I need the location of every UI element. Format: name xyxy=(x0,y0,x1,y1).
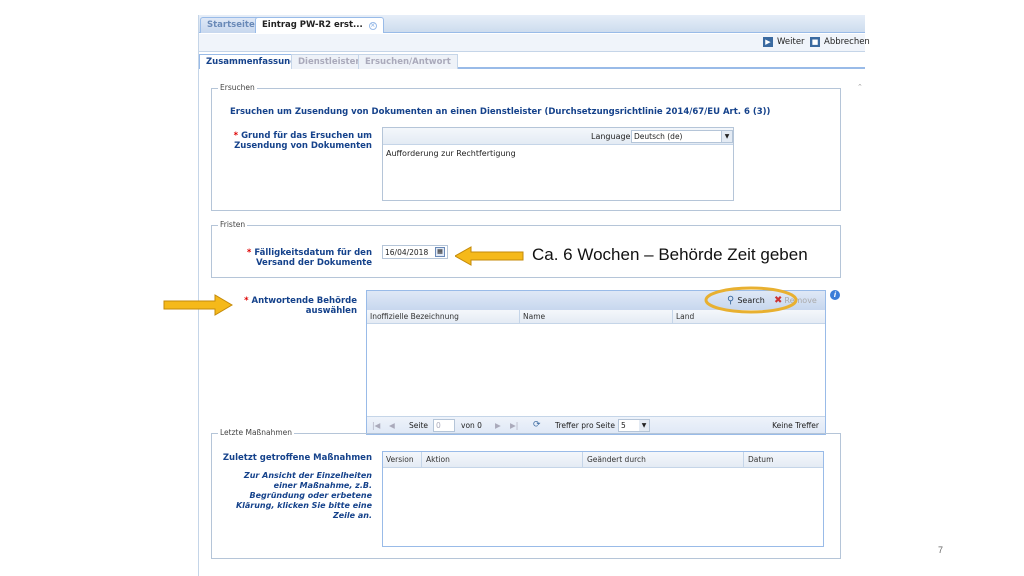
cancel-icon: ■ xyxy=(810,37,820,47)
reason-label: * Grund für das Ersuchen um Zusendung von… xyxy=(233,131,372,151)
language-select[interactable]: Deutsch (de) ▼ xyxy=(631,130,733,143)
measures-grid-header: Version Aktion Geändert durch Datum xyxy=(383,452,823,468)
column-header[interactable]: Version xyxy=(386,455,414,464)
cancel-button-label: Abbrechen xyxy=(824,37,870,47)
measures-fieldset: Letzte Maßnahmen Zuletzt getroffene Maßn… xyxy=(211,428,841,559)
tab-entry-label: Eintrag PW-R2 erst... xyxy=(262,20,363,30)
no-results-text: Keine Treffer xyxy=(772,421,819,430)
measures-label: Zuletzt getroffene Maßnahmen xyxy=(222,453,372,463)
column-header[interactable]: Land xyxy=(676,312,694,321)
slide-number: 7 xyxy=(938,545,944,555)
last-page-icon[interactable]: ▶| xyxy=(510,421,518,430)
request-legend: Ersuchen xyxy=(218,83,257,92)
tab-request-response[interactable]: Ersuchen/Antwort xyxy=(358,54,458,69)
first-page-icon[interactable]: |◀ xyxy=(372,421,380,430)
reason-editor: Language Deutsch (de) ▼ Aufforderung zur… xyxy=(382,127,734,201)
info-icon[interactable]: i xyxy=(830,290,840,300)
refresh-icon[interactable]: ⟳ xyxy=(533,420,541,430)
language-value: Deutsch (de) xyxy=(634,132,683,141)
column-header[interactable]: Aktion xyxy=(426,455,450,464)
calendar-icon[interactable]: ▦ xyxy=(435,247,445,257)
close-icon[interactable]: × xyxy=(368,22,377,30)
tab-service-provider[interactable]: Dienstleister xyxy=(291,54,367,69)
tab-home[interactable]: Startseite xyxy=(200,17,262,33)
page-label: Seite xyxy=(409,421,429,430)
request-fieldset: Ersuchen Ersuchen um Zusendung von Dokum… xyxy=(211,83,841,211)
due-date-label: * Fälligkeitsdatum für den Versand der Do… xyxy=(246,248,372,268)
per-page-label: Treffer pro Seite xyxy=(555,421,615,430)
tab-summary[interactable]: Zusammenfassung xyxy=(199,54,304,69)
due-date-value: 16/04/2018 xyxy=(385,247,429,257)
column-header[interactable]: Datum xyxy=(748,455,773,464)
tab-entry[interactable]: Eintrag PW-R2 erst... × xyxy=(255,17,384,33)
action-toolbar: ▶ Weiter ■ Abbrechen xyxy=(199,34,870,52)
measures-grid: Version Aktion Geändert durch Datum xyxy=(382,451,824,547)
pagination-bar: |◀ ◀ Seite 0 von 0 ▶ ▶| ⟳ Treffer pro Se… xyxy=(367,416,825,434)
next-icon: ▶ xyxy=(763,37,773,47)
main-tab-bar: Startseite Eintrag PW-R2 erst... × xyxy=(199,15,865,33)
sub-tab-bar: Zusammenfassung Dienstleister Ersuchen/A… xyxy=(199,53,865,69)
due-date-field[interactable]: 16/04/2018 ▦ xyxy=(382,245,448,259)
highlight-ring xyxy=(704,286,798,314)
chevron-down-icon[interactable]: ▼ xyxy=(639,420,649,431)
column-header[interactable]: Name xyxy=(523,312,545,321)
prev-page-icon[interactable]: ◀ xyxy=(389,421,395,430)
page-input[interactable]: 0 xyxy=(433,419,455,432)
cancel-button[interactable]: ■ Abbrechen xyxy=(810,37,870,47)
scroll-up-icon[interactable]: ⌃ xyxy=(857,83,863,91)
left-arrow-icon xyxy=(455,246,524,266)
page-total: von 0 xyxy=(461,421,482,430)
next-page-icon[interactable]: ▶ xyxy=(495,421,501,430)
per-page-value: 5 xyxy=(621,421,626,430)
deadline-legend: Fristen xyxy=(218,220,248,229)
right-arrow-icon xyxy=(163,294,233,316)
column-header[interactable]: Geändert durch xyxy=(587,455,646,464)
column-header[interactable]: Inoffizielle Bezeichnung xyxy=(370,312,459,321)
reason-textarea[interactable]: Aufforderung zur Rechtfertigung xyxy=(386,149,516,158)
next-button[interactable]: ▶ Weiter xyxy=(763,37,805,47)
next-button-label: Weiter xyxy=(777,37,805,47)
measures-legend: Letzte Maßnahmen xyxy=(218,428,295,437)
measures-note: Zur Ansicht der Einzelheiten einer Maßna… xyxy=(235,471,372,520)
chevron-down-icon[interactable]: ▼ xyxy=(721,131,732,142)
request-title: Ersuchen um Zusendung von Dokumenten an … xyxy=(230,107,771,117)
editor-header: Language Deutsch (de) ▼ xyxy=(383,128,733,145)
per-page-select[interactable]: 5 ▼ xyxy=(618,419,650,432)
annotation-text: Ca. 6 Wochen – Behörde Zeit geben xyxy=(532,245,808,264)
language-label: Language xyxy=(591,132,631,141)
